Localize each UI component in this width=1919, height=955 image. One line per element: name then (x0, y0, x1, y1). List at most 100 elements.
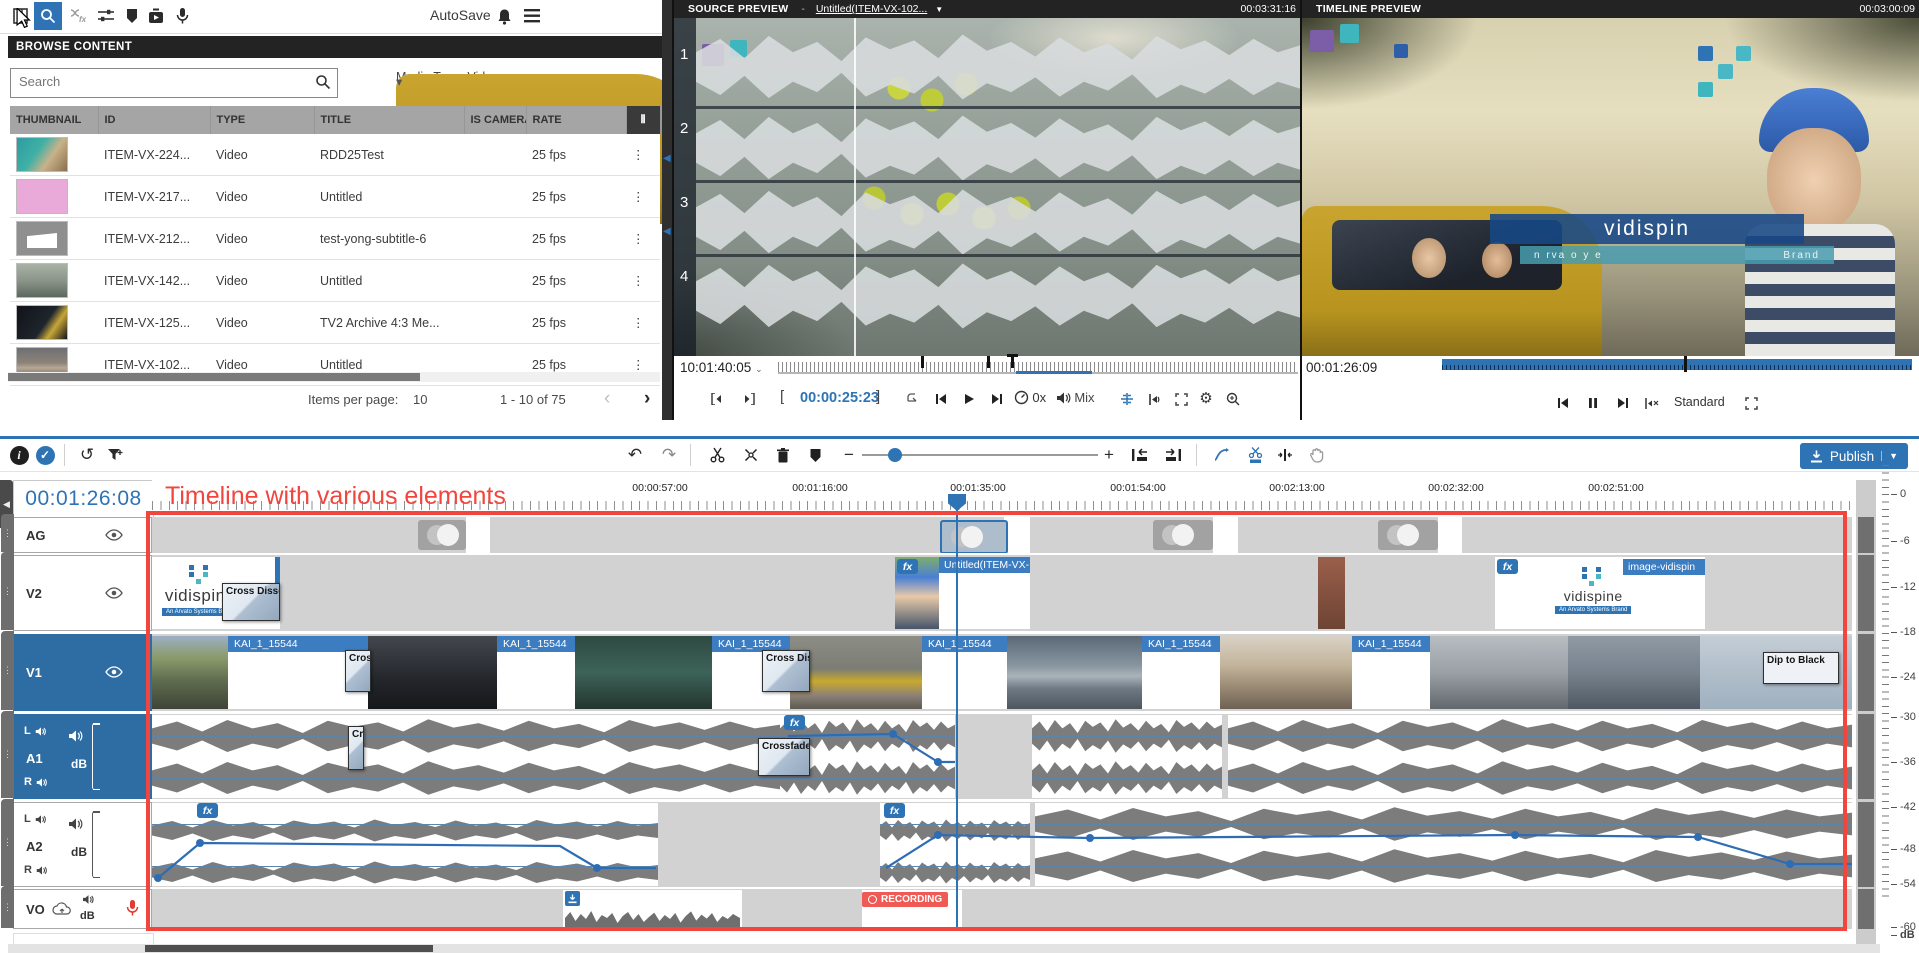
row-menu-icon[interactable]: ⋮ (626, 302, 660, 344)
col-is-camera[interactable]: IS CAMERA (464, 106, 526, 134)
fx-badge[interactable]: fx (884, 803, 905, 818)
transition-cross[interactable]: Cross (345, 650, 371, 692)
cut-scissors-icon[interactable] (704, 442, 730, 468)
download-badge-icon[interactable] (565, 891, 580, 906)
bracket-in[interactable]: [ (780, 388, 784, 405)
left-channel[interactable]: L (24, 813, 139, 825)
ripple-right-icon[interactable] (1160, 442, 1186, 468)
db-toggle[interactable]: dB (71, 845, 87, 859)
left-channel[interactable]: L (24, 725, 139, 737)
col-rate[interactable]: RATE (526, 106, 626, 134)
db-toggle[interactable]: dB (80, 910, 95, 922)
step-out-icon[interactable] (736, 388, 758, 410)
razor-cut-icon[interactable] (1242, 442, 1268, 468)
transition-cross-dissolve[interactable]: Cross Dissolv (222, 583, 280, 621)
row-menu-icon[interactable]: ⋮ (626, 176, 660, 218)
col-id[interactable]: ID (98, 106, 210, 134)
track-v1[interactable]: KAI_1_15544 KAI_1_15544 KAI_1_15544 KAI_… (152, 634, 1852, 711)
out-marker[interactable] (987, 356, 990, 368)
transition-cross-dissolve-2[interactable]: Cross Disso (762, 650, 810, 692)
search-field-icon[interactable] (315, 74, 331, 90)
timeline-hscrollbar[interactable] (8, 944, 1880, 953)
settings-gear-icon[interactable]: ⚙ (1195, 387, 1217, 409)
track-a2[interactable]: fx fx (152, 802, 1852, 887)
fade-curve-icon[interactable] (1208, 442, 1234, 468)
next-frame-icon[interactable] (986, 388, 1008, 410)
media-table-row[interactable]: ITEM-VX-142... Video Untitled 25 fps ⋮ (10, 260, 660, 302)
media-type-select[interactable]: Media Type: Video ▾ (396, 70, 662, 97)
effects-icon[interactable]: fx (64, 2, 92, 30)
cloud-upload-icon[interactable] (52, 902, 72, 916)
v1-clip[interactable]: KAI_1_15544 (922, 636, 1007, 709)
right-channel[interactable]: R (24, 776, 139, 788)
zoom-out-icon[interactable]: − (836, 442, 862, 468)
items-per-page-value[interactable]: 10 (413, 392, 427, 407)
visibility-eye-icon[interactable] (105, 587, 123, 599)
track-ag[interactable] (152, 517, 1852, 553)
notifications-bell-icon[interactable] (490, 2, 518, 30)
track-v2[interactable]: vidispine An Arvato Systems Brand Cross … (152, 555, 1852, 631)
media-table-row[interactable]: ITEM-VX-224... Video RDD25Test 25 fps ⋮ (10, 134, 660, 176)
v1-clip-thumbnail[interactable] (1007, 636, 1142, 709)
drag-handle-icon[interactable]: ⋮ (1, 711, 14, 798)
collapse-left-icon[interactable]: ◀ (663, 153, 671, 164)
zoom-magnifier-icon[interactable] (1222, 388, 1244, 410)
transition-crossfade[interactable]: Crossfade (758, 738, 810, 776)
timeline-vscrollbar[interactable] (1856, 480, 1876, 953)
zoom-slider-knob[interactable] (888, 448, 902, 462)
ag-graphics-item[interactable] (1378, 520, 1438, 550)
a2-clip[interactable] (1035, 803, 1852, 886)
filter-add-icon[interactable] (102, 442, 128, 468)
v1-clip-thumbnail[interactable] (368, 636, 497, 709)
audio-mix-button[interactable]: Mix (1056, 390, 1095, 405)
ag-graphics-item[interactable] (418, 520, 466, 550)
add-marker-icon[interactable] (802, 442, 828, 468)
speaker-icon[interactable] (82, 894, 95, 905)
track-header-ag[interactable]: ⋮ AG (13, 517, 152, 553)
timeline-video[interactable]: vidispin n rva o y e Brand (1302, 18, 1919, 356)
redo-icon[interactable]: ↷ (656, 442, 682, 468)
source-item-select[interactable]: Untitled(ITEM-VX-102... (816, 3, 927, 15)
a1-clip[interactable] (152, 715, 780, 798)
record-mic-icon[interactable] (126, 898, 139, 918)
col-thumbnail[interactable]: THUMBNAIL (10, 106, 98, 134)
v1-clip[interactable]: KAI_1_15544 (1142, 636, 1220, 709)
play-icon[interactable] (958, 388, 980, 410)
row-thumbnail[interactable] (16, 305, 68, 340)
visibility-eye-icon[interactable] (105, 529, 123, 541)
drag-handle-icon[interactable]: ⋮ (1, 552, 14, 630)
undo-icon[interactable]: ↶ (622, 442, 648, 468)
zoom-in-icon[interactable]: + (1096, 442, 1122, 468)
browse-hscrollbar[interactable] (8, 372, 660, 382)
quality-select[interactable]: Standard (1674, 395, 1725, 409)
row-menu-icon[interactable]: ⋮ (626, 134, 660, 176)
pause-icon[interactable] (1582, 392, 1604, 414)
v1-clip-thumbnail[interactable] (575, 636, 712, 709)
v1-clip-thumbnail[interactable] (152, 636, 228, 709)
fx-badge[interactable]: fx (784, 715, 805, 730)
row-thumbnail[interactable] (16, 179, 68, 214)
menu-hamburger-icon[interactable] (518, 2, 546, 30)
v2-clip-image[interactable]: fx vidispine An Arvato Systems Brand ima… (1495, 557, 1705, 629)
media-table-row[interactable]: ITEM-VX-125... Video TV2 Archive 4:3 Me.… (10, 302, 660, 344)
fx-badge[interactable]: fx (197, 803, 218, 818)
fx-badge[interactable]: fx (897, 559, 918, 574)
adjustments-icon[interactable] (92, 2, 120, 30)
prev-frame-icon[interactable] (930, 388, 952, 410)
v1-clip-thumbnail[interactable] (1430, 636, 1568, 709)
track-vo[interactable]: RECORDING (152, 889, 1852, 929)
mute-icon[interactable] (1640, 392, 1662, 414)
transition-dip-to-black[interactable]: Dip to Black (1763, 652, 1839, 684)
hand-pan-icon[interactable] (1304, 442, 1330, 468)
media-table-row[interactable]: ITEM-VX-217... Video Untitled 25 fps ⋮ (10, 176, 660, 218)
track-header-a2[interactable]: ⋮ A2 dB L R (13, 802, 152, 887)
a2-clip[interactable] (152, 803, 658, 886)
row-menu-icon[interactable]: ⋮ (626, 260, 660, 302)
search-input[interactable] (17, 73, 301, 90)
track-header-vo[interactable]: ⋮ VO dB (13, 889, 152, 929)
v1-clip[interactable]: KAI_1_15544 (497, 636, 575, 709)
trim-icon[interactable] (1272, 442, 1298, 468)
voiceover-icon[interactable] (168, 2, 196, 30)
bracket-out[interactable]: ] (876, 388, 880, 405)
step-in-icon[interactable] (708, 388, 730, 410)
